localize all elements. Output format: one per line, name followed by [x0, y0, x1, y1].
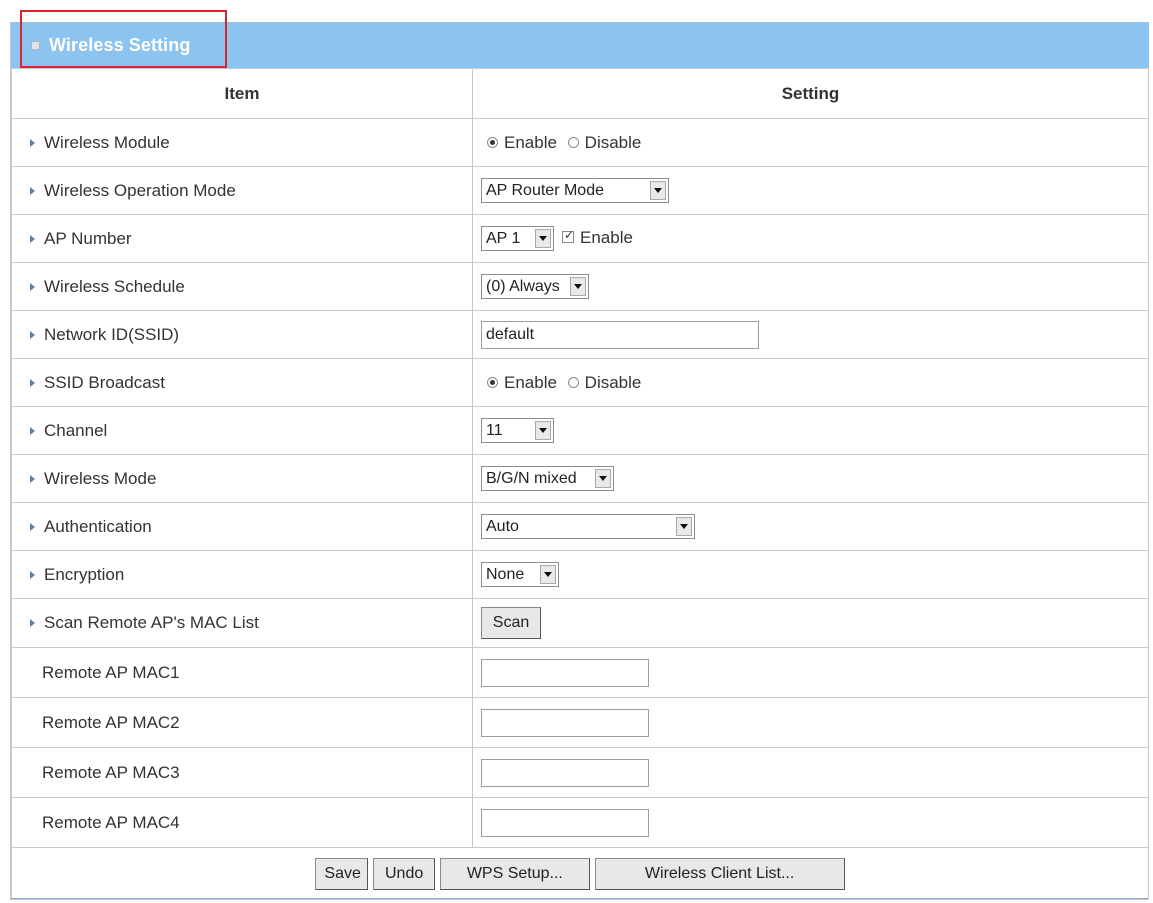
- chevron-down-icon[interactable]: [570, 277, 586, 296]
- label-operation-mode: Wireless Operation Mode: [44, 180, 236, 200]
- label-ap-number: AP Number: [44, 228, 132, 248]
- label-mac1: Remote AP MAC1: [11, 647, 473, 698]
- arrow-icon: [30, 474, 35, 483]
- label-channel: Channel: [44, 420, 108, 440]
- wps-setup-button[interactable]: WPS Setup...: [439, 857, 590, 890]
- row-operation-mode: Wireless Operation Mode AP Router Mode: [11, 166, 1149, 215]
- row-schedule: Wireless Schedule (0) Always: [11, 262, 1149, 311]
- label-authentication: Authentication: [44, 516, 152, 536]
- label-ssid-broadcast: SSID Broadcast: [44, 372, 165, 392]
- header-setting: Setting: [472, 68, 1149, 119]
- table-header: Item Setting: [11, 68, 1149, 119]
- row-mac3: Remote AP MAC3: [11, 747, 1149, 798]
- wireless-mode-select[interactable]: B/G/N mixed: [481, 466, 614, 491]
- label-mac2: Remote AP MAC2: [11, 697, 473, 748]
- label-schedule: Wireless Schedule: [44, 276, 185, 296]
- button-row: Save Undo WPS Setup... Wireless Client L…: [11, 847, 1149, 900]
- label-wireless-module: Wireless Module: [44, 132, 170, 152]
- row-wireless-mode: Wireless Mode B/G/N mixed: [11, 454, 1149, 503]
- label-encryption: Encryption: [44, 564, 125, 584]
- authentication-select[interactable]: Auto: [481, 514, 695, 539]
- mac4-input[interactable]: [481, 808, 649, 837]
- wireless-module-disable-label: Disable: [584, 132, 642, 152]
- wireless-setting-panel: Wireless Setting Item Setting Wireless M…: [10, 10, 1149, 900]
- row-mac2: Remote AP MAC2: [11, 697, 1149, 748]
- ssid-broadcast-enable-label: Enable: [504, 372, 557, 392]
- row-encryption: Encryption None: [11, 550, 1149, 599]
- arrow-icon: [30, 234, 35, 243]
- chevron-down-icon[interactable]: [650, 181, 666, 200]
- ssid-broadcast-disable-radio[interactable]: [567, 376, 579, 388]
- chevron-down-icon[interactable]: [535, 229, 551, 248]
- header-item: Item: [11, 68, 473, 119]
- arrow-icon: [30, 138, 35, 147]
- arrow-icon: [30, 522, 35, 531]
- save-button[interactable]: Save: [315, 857, 369, 890]
- operation-mode-select[interactable]: AP Router Mode: [481, 178, 669, 203]
- scan-button[interactable]: Scan: [481, 607, 541, 639]
- channel-select[interactable]: 11: [481, 418, 554, 443]
- row-mac1: Remote AP MAC1: [11, 647, 1149, 698]
- settings-table: Item Setting Wireless Module Enable Disa…: [11, 68, 1149, 900]
- label-mac4: Remote AP MAC4: [11, 797, 473, 848]
- row-ssid-broadcast: SSID Broadcast Enable Disable: [11, 358, 1149, 407]
- mac1-input[interactable]: [481, 658, 649, 687]
- row-channel: Channel 11: [11, 406, 1149, 455]
- undo-button[interactable]: Undo: [373, 857, 436, 890]
- encryption-select[interactable]: None: [481, 562, 559, 587]
- arrow-icon: [30, 282, 35, 291]
- title-highlight-box: [20, 10, 227, 68]
- wireless-module-enable-label: Enable: [504, 132, 557, 152]
- chevron-down-icon[interactable]: [535, 421, 551, 440]
- row-ap-number: AP Number AP 1 ✓ Enable: [11, 214, 1149, 263]
- row-authentication: Authentication Auto: [11, 502, 1149, 551]
- ap-enable-checkbox[interactable]: ✓: [562, 228, 574, 243]
- arrow-icon: [30, 570, 35, 579]
- schedule-select[interactable]: (0) Always: [481, 274, 589, 299]
- mac2-input[interactable]: [481, 708, 649, 737]
- ssid-input[interactable]: default: [481, 320, 759, 349]
- row-wireless-module: Wireless Module Enable Disable: [11, 118, 1149, 167]
- row-ssid: Network ID(SSID) default: [11, 310, 1149, 359]
- arrow-icon: [30, 426, 35, 435]
- arrow-icon: [30, 619, 35, 627]
- wireless-module-enable-radio[interactable]: [487, 136, 498, 148]
- ssid-broadcast-enable-radio[interactable]: [487, 376, 498, 388]
- mac3-input[interactable]: [481, 758, 649, 787]
- arrow-icon: [30, 378, 35, 387]
- row-mac4: Remote AP MAC4: [11, 797, 1149, 848]
- label-mac3: Remote AP MAC3: [11, 747, 473, 798]
- arrow-icon: [30, 330, 35, 339]
- row-scan: Scan Remote AP's MAC List Scan: [11, 598, 1149, 648]
- ssid-broadcast-disable-label: Disable: [584, 372, 642, 392]
- ap-enable-label: Enable: [580, 227, 633, 247]
- label-wireless-mode: Wireless Mode: [44, 468, 157, 488]
- ap-number-select[interactable]: AP 1: [481, 226, 554, 251]
- wireless-client-list-button[interactable]: Wireless Client List...: [594, 857, 845, 890]
- chevron-down-icon[interactable]: [540, 565, 556, 584]
- label-scan: Scan Remote AP's MAC List: [44, 613, 259, 632]
- wireless-module-disable-radio[interactable]: [567, 136, 579, 148]
- arrow-icon: [30, 186, 35, 195]
- chevron-down-icon[interactable]: [676, 517, 692, 536]
- chevron-down-icon[interactable]: [595, 469, 611, 488]
- label-ssid: Network ID(SSID): [44, 324, 180, 344]
